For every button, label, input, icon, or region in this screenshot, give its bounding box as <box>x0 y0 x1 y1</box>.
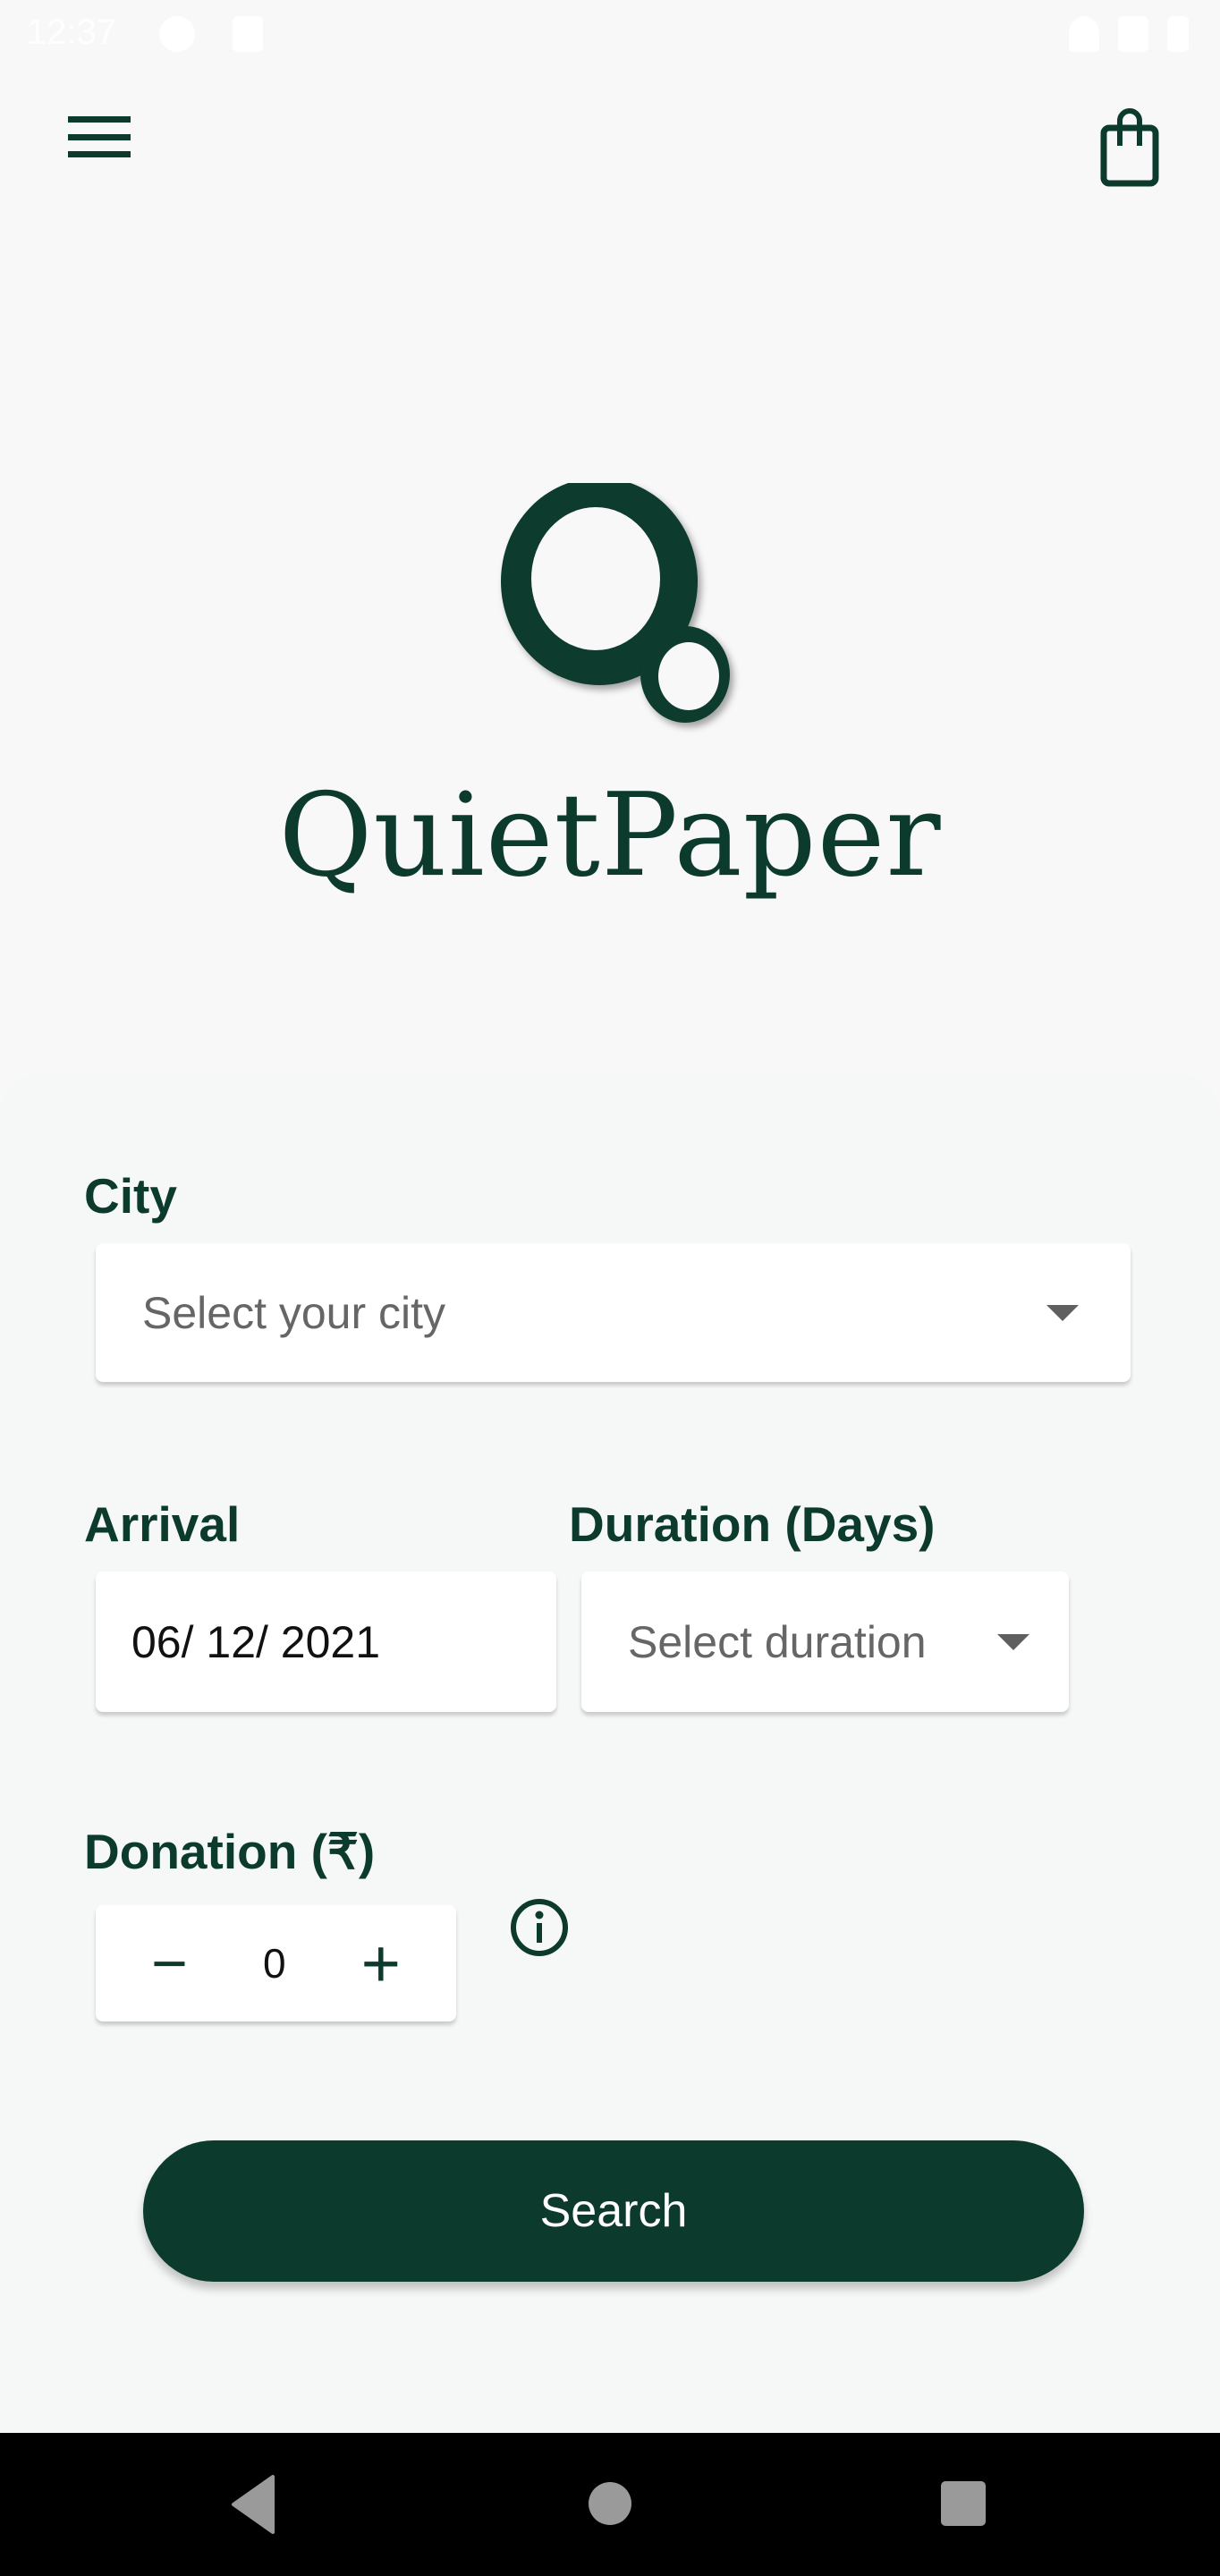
city-label: City <box>84 1168 177 1224</box>
home-icon[interactable] <box>589 2482 631 2525</box>
status-time: 12:37 <box>27 13 117 52</box>
hamburger-line <box>68 151 131 157</box>
donation-label: Donation (₹) <box>84 1824 376 1879</box>
dropdown-arrow-icon <box>997 1633 1029 1650</box>
cart-button[interactable] <box>1091 103 1172 192</box>
donation-stepper: − 0 + <box>96 1905 456 2021</box>
sd-card-icon <box>233 16 263 52</box>
arrival-date-field[interactable]: 06/ 12/ 2021 <box>96 1572 556 1712</box>
quietpaper-logo-icon <box>501 483 730 723</box>
dropdown-arrow-icon <box>1046 1304 1079 1321</box>
wifi-icon <box>1069 16 1099 52</box>
info-icon[interactable] <box>508 1896 571 1959</box>
shopping-bag-icon <box>1100 108 1159 187</box>
recents-icon[interactable] <box>941 2481 986 2526</box>
donation-value: 0 <box>262 1940 286 1987</box>
duration-label: Duration (Days) <box>569 1496 936 1552</box>
arrival-label: Arrival <box>84 1496 241 1552</box>
signal-icon <box>1118 16 1148 52</box>
back-icon[interactable] <box>228 2473 282 2536</box>
system-nav-bar <box>0 2433 1220 2576</box>
search-button[interactable]: Search <box>143 2140 1084 2282</box>
decrement-button[interactable]: − <box>151 1928 188 1999</box>
hamburger-line <box>68 134 131 140</box>
duration-dropdown[interactable]: Select duration <box>581 1572 1069 1712</box>
arrival-date-value: 06/ 12/ 2021 <box>131 1616 381 1667</box>
city-placeholder: Select your city <box>142 1287 446 1338</box>
brand-name: QuietPaper <box>278 769 942 902</box>
battery-icon <box>1167 16 1189 52</box>
hamburger-menu-icon <box>68 116 131 123</box>
notification-icon <box>159 16 195 52</box>
city-dropdown[interactable]: Select your city <box>96 1243 1131 1382</box>
increment-button[interactable]: + <box>361 1925 401 2003</box>
duration-placeholder: Select duration <box>628 1616 927 1667</box>
status-bar: 12:37 <box>0 0 1220 72</box>
menu-button[interactable] <box>63 116 143 179</box>
